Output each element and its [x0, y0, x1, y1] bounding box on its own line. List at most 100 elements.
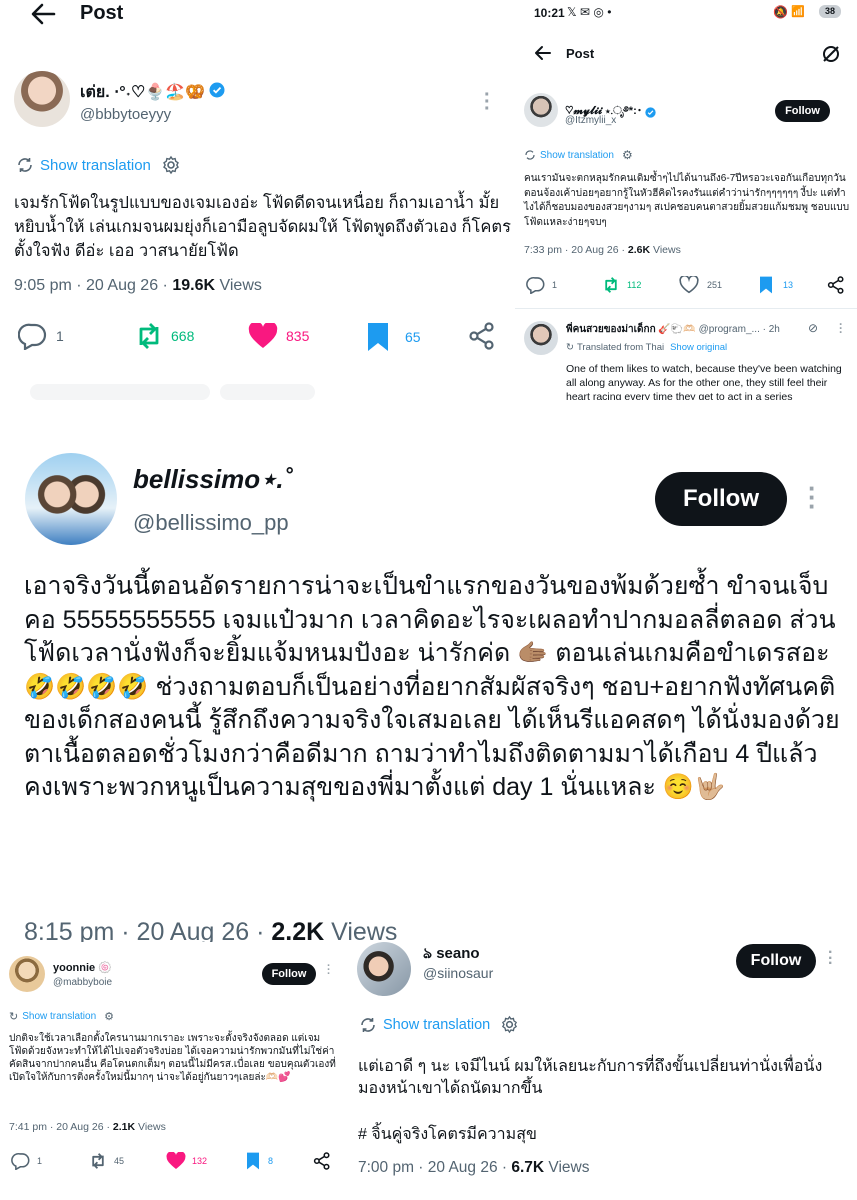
views-count: 2.2K — [271, 918, 325, 942]
like-button[interactable]: 251 — [679, 276, 722, 294]
follow-button[interactable]: Follow — [775, 100, 830, 122]
show-translation-link[interactable]: Show translation — [540, 150, 614, 161]
divider — [515, 308, 857, 309]
reply-avatar[interactable] — [524, 321, 558, 355]
views-label: Views — [650, 244, 681, 256]
display-name[interactable]: bellissimo⋆.˚ — [133, 464, 292, 495]
handle[interactable]: @mabbyboie — [53, 977, 112, 988]
display-name[interactable]: yoonnie 🍥 — [53, 961, 112, 974]
display-name[interactable]: เต่ย. ⋅°˖♡🍨🏖️🥨 — [80, 80, 205, 105]
views-count: 2.6K — [627, 244, 651, 256]
views-count: 19.6K — [172, 277, 216, 294]
translate-icon — [359, 1016, 377, 1034]
display-name[interactable]: ঌ seano — [423, 942, 480, 967]
reply-icon — [18, 322, 48, 350]
translated-from-label: Translated from Thai — [576, 342, 665, 353]
show-translation-link[interactable]: Show translation — [40, 157, 151, 174]
repost-button[interactable]: 45 — [88, 1152, 124, 1170]
grok-icon[interactable] — [821, 44, 841, 64]
handle[interactable]: @Itzmylii_x — [565, 115, 616, 126]
views-count: 6.7K — [511, 1159, 545, 1176]
bookmark-count: 65 — [405, 329, 421, 345]
loading-placeholder — [30, 384, 210, 400]
avatar[interactable] — [357, 942, 411, 996]
translation-settings-icon[interactable] — [161, 155, 181, 175]
follow-button[interactable]: Follow — [736, 944, 816, 978]
post-text: คนเรามันจะตกหลุมรักคนเดิมซ้ำๆไปได้นานถึง… — [524, 173, 850, 228]
reply-button[interactable]: 1 — [11, 1152, 42, 1170]
views-label: Views — [324, 918, 398, 942]
show-translation-link[interactable]: Show translation — [22, 1011, 96, 1022]
battery-icon: 38 — [819, 5, 841, 18]
bookmark-count: 13 — [783, 280, 794, 290]
hashtag[interactable]: # จิ้นคู่จริงโคตรมีความสุข — [358, 1122, 537, 1147]
more-options-icon[interactable]: · · · — [828, 945, 833, 972]
heart-icon — [248, 323, 278, 349]
more-options-icon[interactable]: · · · — [808, 475, 817, 519]
post-text: ปกติจะใช้เวลาเลือกตั้งใครนานมากเราอะ เพร… — [9, 1033, 336, 1083]
repost-button[interactable]: 112 — [601, 276, 641, 294]
show-translation-link[interactable]: Show translation — [383, 1017, 490, 1033]
heart-icon — [679, 276, 699, 294]
post-panel-5: ঌ seano @siinosaur Follow · · · Show trans… — [343, 942, 857, 1200]
timestamp[interactable]: 8:15 pm · 20 Aug 26 · — [24, 918, 271, 942]
translate-icon: ↻ — [566, 342, 574, 353]
handle[interactable]: @bbbytoeyyy — [80, 106, 171, 123]
avatar[interactable] — [25, 453, 117, 545]
post-text: เจมรักโฟ้ดในรูปแบบของเจมเองอ่ะ โฟ้ดดีดจน… — [14, 194, 511, 260]
translation-settings-icon[interactable] — [500, 1015, 519, 1034]
more-options-icon[interactable]: · · · — [327, 961, 331, 979]
back-arrow-icon[interactable] — [533, 45, 551, 61]
more-options-icon[interactable]: · · · — [484, 85, 491, 119]
more-options-icon[interactable]: · · · — [839, 318, 843, 338]
translate-icon — [16, 156, 34, 174]
show-original-link[interactable]: Show original — [670, 342, 727, 353]
post-panel-2: 10:21 𝕏 ✉ ◎ • 🔕 📶 38 Post ♡𝓶𝔂𝓵𝓲𝓲 ⋆.ೃ࿔*:･… — [515, 0, 857, 400]
timestamp[interactable]: 7:33 pm · 20 Aug 26 · — [524, 244, 628, 256]
timestamp[interactable]: 9:05 pm · 20 Aug 26 · — [14, 277, 172, 294]
post-meta: 8:15 pm · 20 Aug 26 · 2.2K Views — [24, 918, 397, 942]
like-count: 132 — [192, 1156, 208, 1166]
share-icon[interactable] — [313, 1152, 331, 1170]
translate-icon: ↻ — [9, 1011, 19, 1023]
timestamp[interactable]: 7:41 pm · 20 Aug 26 · — [9, 1121, 113, 1133]
reply-icon — [526, 276, 546, 294]
bookmark-icon — [246, 1152, 260, 1170]
mute-icon: 🔕 — [773, 5, 788, 19]
translation-settings-icon[interactable]: ⚙ — [622, 148, 633, 162]
like-button[interactable]: 835 — [248, 323, 309, 349]
header-title: Post — [80, 2, 124, 24]
grok-icon[interactable]: ⊘ — [808, 321, 818, 335]
verified-icon — [209, 82, 225, 103]
share-icon[interactable] — [827, 276, 845, 294]
repost-button[interactable]: 668 — [133, 321, 194, 351]
repost-icon — [601, 276, 621, 294]
bookmark-count: 8 — [268, 1156, 274, 1166]
follow-button[interactable]: Follow — [655, 472, 787, 526]
avatar[interactable] — [9, 956, 45, 992]
back-arrow-icon[interactable] — [30, 2, 56, 26]
post-panel-1: Post เต่ย. ⋅°˖♡🍨🏖️🥨 @bbbytoeyyy · · · Show… — [0, 0, 515, 420]
repost-count: 668 — [171, 328, 195, 344]
handle[interactable]: @siinosaur — [423, 965, 493, 981]
avatar[interactable] — [524, 93, 558, 127]
heart-icon — [166, 1152, 186, 1170]
timestamp[interactable]: 7:00 pm · 20 Aug 26 · — [358, 1159, 511, 1176]
views-label: Views — [135, 1121, 166, 1133]
handle[interactable]: @bellissimo_pp — [133, 510, 289, 536]
reply-display-name[interactable]: พี่คนสวยของม่าเด็กก 🎸🐑🫶🏻 — [566, 324, 696, 335]
follow-button[interactable]: Follow — [262, 963, 316, 985]
bookmark-button[interactable]: 13 — [759, 276, 793, 294]
bookmark-button[interactable]: 65 — [367, 322, 421, 352]
share-icon[interactable] — [468, 322, 496, 350]
bookmark-button[interactable]: 8 — [246, 1152, 273, 1170]
post-panel-3: bellissimo⋆.˚ @bellissimo_pp Follow · · · … — [0, 420, 857, 942]
reply-button[interactable]: 1 — [18, 322, 64, 350]
translation-settings-icon[interactable]: ⚙ — [104, 1010, 114, 1023]
like-button[interactable]: 132 — [166, 1152, 207, 1170]
reply-text: One of them likes to watch, because they… — [566, 363, 842, 400]
reply-handle[interactable]: @program_... — [699, 324, 760, 335]
avatar[interactable] — [14, 71, 70, 127]
views-label: Views — [215, 277, 262, 294]
reply-button[interactable]: 1 — [526, 276, 557, 294]
